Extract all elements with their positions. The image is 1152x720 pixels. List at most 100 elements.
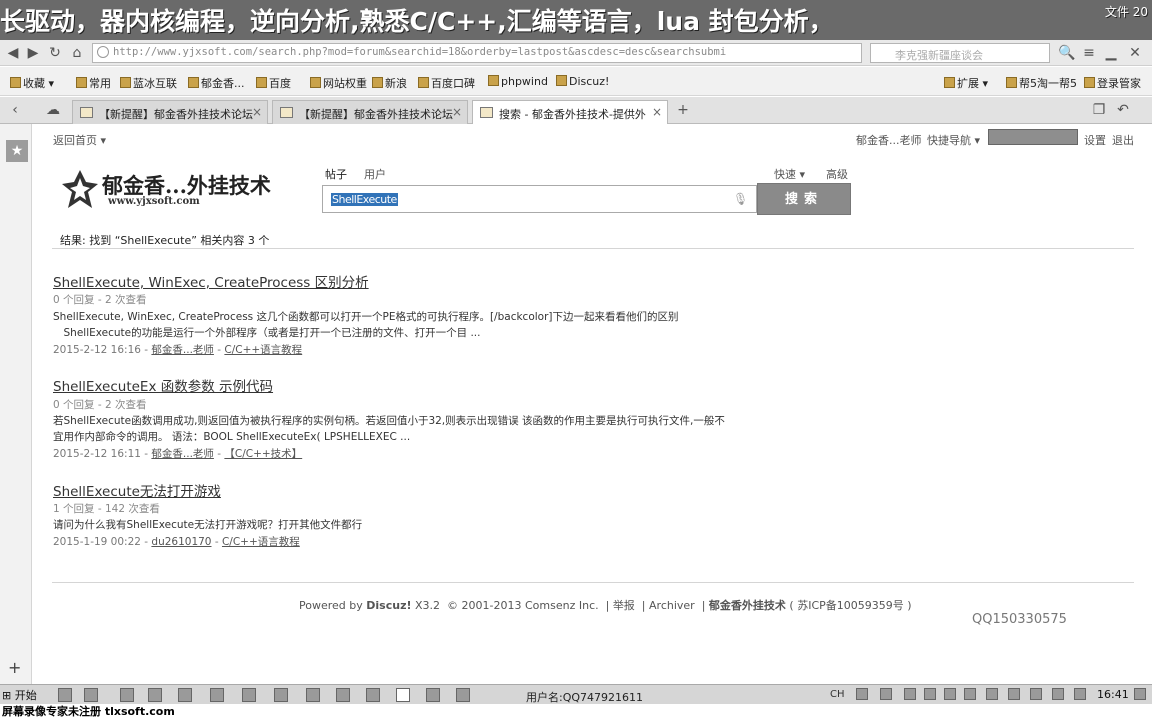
result-title[interactable]: ShellExecute无法打开游戏 bbox=[53, 480, 221, 500]
tray-icon[interactable] bbox=[1074, 688, 1086, 700]
tray-icon[interactable] bbox=[1030, 688, 1042, 700]
result-snippet: ShellExecute, WinExec, CreateProcess 这几个… bbox=[53, 311, 679, 323]
taskbar-app-icon[interactable] bbox=[210, 688, 224, 702]
search-button[interactable]: 搜索 bbox=[757, 183, 851, 215]
forum-search-input[interactable]: ShellExecute 🎙 bbox=[322, 185, 757, 213]
menu-icon[interactable]: ≡ bbox=[1080, 44, 1098, 62]
result-forum[interactable]: C/C++语言教程 bbox=[222, 536, 300, 548]
quick-nav-link[interactable]: 快捷导航 ▾ bbox=[927, 132, 980, 148]
footer-site-link[interactable]: 郁金香外挂技术 bbox=[709, 599, 786, 612]
bang5-button[interactable]: 帮5淘一帮5 bbox=[1006, 75, 1077, 91]
taskbar-app-icon[interactable] bbox=[148, 688, 162, 702]
footer-brand[interactable]: Discuz! bbox=[366, 599, 411, 612]
bookmark-favorites[interactable]: 收藏 ▾ bbox=[10, 75, 54, 91]
close-window-icon[interactable]: ✕ bbox=[1126, 44, 1144, 62]
close-tab-icon[interactable]: × bbox=[452, 105, 462, 119]
bookmark-baidu-koubei[interactable]: 百度口碑 bbox=[418, 75, 475, 91]
undo-close-icon[interactable]: ↶ bbox=[1114, 101, 1132, 119]
taskbar-app-icon[interactable] bbox=[426, 688, 440, 702]
tray-icon[interactable] bbox=[904, 688, 916, 700]
start-button[interactable]: ⊞ 开始 bbox=[2, 687, 37, 703]
favorites-star-icon[interactable]: ★ bbox=[6, 140, 28, 162]
result-meta: 0 个回复 - 2 次查看 bbox=[53, 294, 147, 306]
refresh-icon[interactable]: ↻ bbox=[46, 44, 64, 62]
tray-icon[interactable] bbox=[1008, 688, 1020, 700]
taskbar-browser-icon[interactable] bbox=[396, 688, 410, 702]
result-author[interactable]: 郁金香...老师 bbox=[151, 448, 214, 460]
tray-icon[interactable] bbox=[1052, 688, 1064, 700]
close-tab-icon[interactable]: × bbox=[652, 105, 662, 119]
minimize-icon[interactable]: ▁ bbox=[1102, 44, 1120, 62]
result-title[interactable]: ShellExecuteEx 函数参数 示例代码 bbox=[53, 375, 273, 395]
bookmark-common[interactable]: 常用 bbox=[76, 75, 111, 91]
microphone-icon[interactable]: 🎙 bbox=[733, 192, 748, 206]
result-snippet-2: 宜用作内部命令的调用。 语法：BOOL ShellExecuteEx( LPSH… bbox=[53, 431, 411, 443]
volume-icon[interactable] bbox=[986, 688, 998, 700]
url-field[interactable]: http://www.yjxsoft.com/search.php?mod=fo… bbox=[92, 43, 862, 63]
taskbar-app-icon[interactable] bbox=[178, 688, 192, 702]
result-author[interactable]: du2610170 bbox=[151, 536, 211, 548]
quick-search-link[interactable]: 快速 ▾ bbox=[774, 166, 805, 182]
tab-forum-1[interactable]: 【新提醒】郁金香外挂技术论坛 × bbox=[72, 100, 268, 124]
result-forum[interactable]: 【C/C++技术】 bbox=[224, 448, 302, 460]
taskbar-app-icon[interactable] bbox=[366, 688, 380, 702]
tray-icon[interactable] bbox=[880, 688, 892, 700]
bookmark-sina[interactable]: 新浪 bbox=[372, 75, 407, 91]
taskbar-app-icon[interactable] bbox=[306, 688, 320, 702]
taskbar-app-icon[interactable] bbox=[120, 688, 134, 702]
tab-users[interactable]: 用户 bbox=[364, 166, 386, 182]
search-go-icon[interactable]: 🔍 bbox=[1058, 44, 1076, 62]
tray-icon[interactable] bbox=[856, 688, 868, 700]
divider bbox=[52, 248, 1134, 249]
cloud-icon[interactable]: ☁ bbox=[44, 101, 62, 119]
bookmark-site-weight[interactable]: 网站权重 bbox=[310, 75, 367, 91]
forward-icon[interactable]: ▶ bbox=[24, 44, 42, 62]
browser-search-input[interactable]: 李克强新疆座谈会 bbox=[870, 43, 1050, 63]
user-link[interactable]: 郁金香...老师 bbox=[856, 132, 922, 148]
result-author[interactable]: 郁金香...老师 bbox=[151, 344, 214, 356]
wechat-badge[interactable] bbox=[988, 129, 1078, 145]
taskbar-app-icon[interactable] bbox=[242, 688, 256, 702]
home-icon[interactable]: ⌂ bbox=[68, 44, 86, 62]
tab-posts[interactable]: 帖子 bbox=[325, 166, 347, 182]
result-title[interactable]: ShellExecute, WinExec, CreateProcess 区别分… bbox=[53, 271, 369, 291]
result-forum[interactable]: C/C++语言教程 bbox=[224, 344, 302, 356]
new-tab-icon[interactable]: + bbox=[674, 101, 692, 119]
tab-scroll-left-icon[interactable]: ‹ bbox=[6, 101, 24, 119]
add-icon[interactable]: + bbox=[8, 658, 21, 677]
taskbar-app-icon[interactable] bbox=[274, 688, 288, 702]
login-manager-button[interactable]: 登录管家 bbox=[1084, 75, 1141, 91]
tab-forum-2[interactable]: 【新提醒】郁金香外挂技术论坛 × bbox=[272, 100, 468, 124]
tray-icon[interactable] bbox=[924, 688, 936, 700]
bookmark-yujinxiang[interactable]: 郁金香... bbox=[188, 75, 245, 91]
show-desktop-icon[interactable] bbox=[1134, 688, 1146, 700]
tab-favicon-icon bbox=[480, 107, 493, 118]
taskbar-app-icon[interactable] bbox=[336, 688, 350, 702]
ime-indicator[interactable]: CH bbox=[830, 689, 845, 700]
logout-link[interactable]: 退出 bbox=[1112, 132, 1134, 148]
extensions-button[interactable]: 扩展 ▾ bbox=[944, 75, 988, 91]
tab-bar: ‹ ☁ 【新提醒】郁金香外挂技术论坛 × 【新提醒】郁金香外挂技术论坛 × 搜索… bbox=[0, 97, 1152, 124]
bookmark-lanbing[interactable]: 蓝冰互联 bbox=[120, 75, 177, 91]
bookmark-discuz[interactable]: Discuz! bbox=[556, 75, 609, 88]
restore-tab-icon[interactable]: ❐ bbox=[1090, 101, 1108, 119]
tab-search[interactable]: 搜索 - 郁金香外挂技术-提供外 × bbox=[472, 100, 668, 124]
tray-icon[interactable] bbox=[964, 688, 976, 700]
back-icon[interactable]: ◀ bbox=[4, 44, 22, 62]
back-home-link[interactable]: 返回首页 ▾ bbox=[53, 132, 106, 148]
footer-icp-link[interactable]: ( 苏ICP备10059359号 ) bbox=[789, 599, 911, 612]
site-logo[interactable]: 郁金香...外挂技术 www.yjxsoft.com bbox=[60, 166, 305, 216]
footer-report-link[interactable]: 举报 bbox=[613, 599, 635, 612]
tray-icon[interactable] bbox=[944, 688, 956, 700]
taskbar-app-icon[interactable] bbox=[58, 688, 72, 702]
taskbar-app-icon[interactable] bbox=[456, 688, 470, 702]
bookmark-phpwind[interactable]: phpwind bbox=[488, 75, 548, 88]
advanced-search-link[interactable]: 高级 bbox=[826, 166, 848, 182]
close-tab-icon[interactable]: × bbox=[252, 105, 262, 119]
footer-archiver-link[interactable]: Archiver bbox=[649, 599, 695, 612]
bookmark-baidu[interactable]: 百度 bbox=[256, 75, 291, 91]
settings-link[interactable]: 设置 bbox=[1084, 132, 1106, 148]
clock[interactable]: 16:41 bbox=[1097, 688, 1129, 701]
result-summary: 结果: 找到 “ShellExecute” 相关内容 3 个 bbox=[60, 234, 270, 247]
taskbar-app-icon[interactable] bbox=[84, 688, 98, 702]
